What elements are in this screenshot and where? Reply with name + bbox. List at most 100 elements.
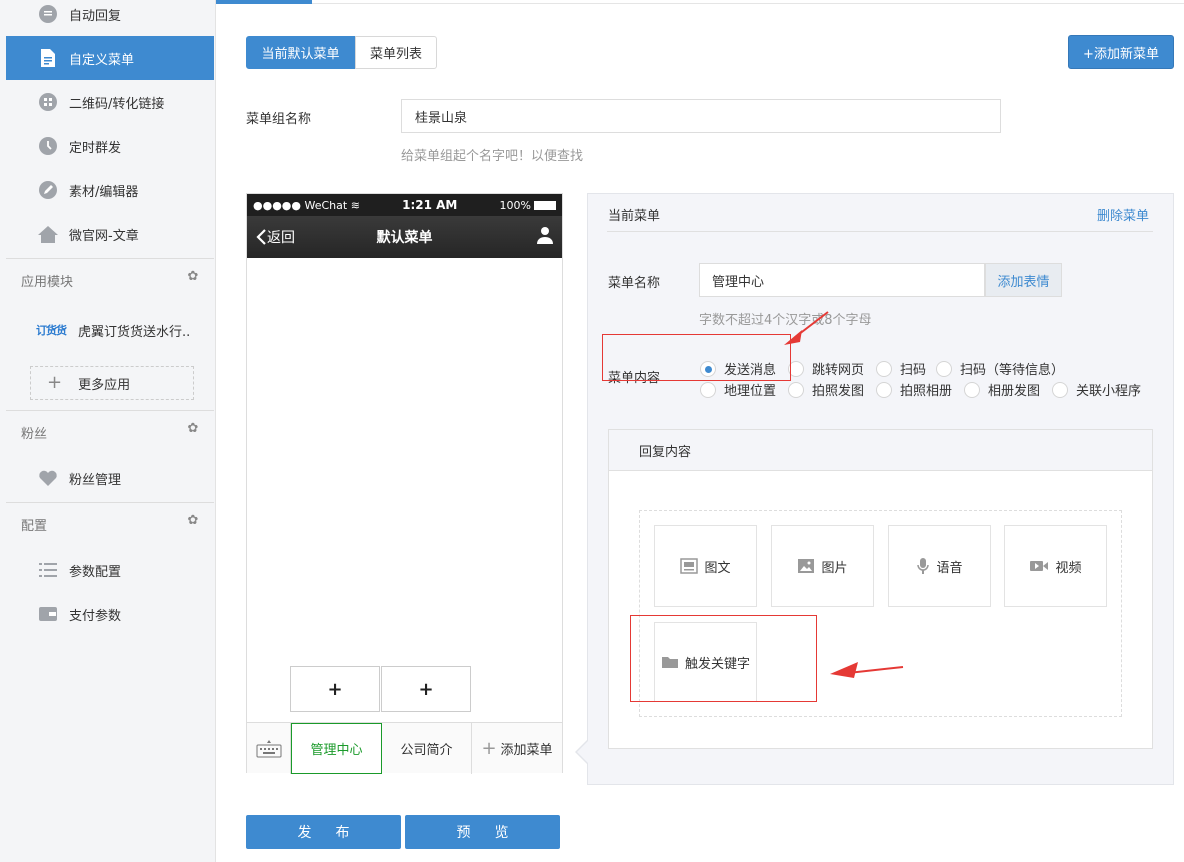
group-name-input[interactable] <box>401 99 1001 133</box>
radio-photo-album[interactable]: 拍照相册 <box>876 380 952 399</box>
add-submenu-button-2[interactable]: + <box>381 666 471 712</box>
radio-location[interactable]: 地理位置 <box>700 380 776 399</box>
app-logo: 订货货 <box>36 324 67 337</box>
battery-status: 100% <box>500 199 556 212</box>
publish-button[interactable]: 发布 <box>246 815 401 849</box>
reply-type-label: 视频 <box>1055 560 1082 576</box>
sidebar-item-micro-site[interactable]: 微官网-文章 <box>6 212 214 256</box>
radio-scan-wait[interactable]: 扫码（等待信息） <box>936 359 1064 378</box>
sidebar-item-material-editor[interactable]: 素材/编辑器 <box>6 168 214 212</box>
section-title: 粉丝 <box>21 427 48 442</box>
phone-add-menu-button[interactable]: + 添加菜单 <box>472 723 562 774</box>
microphone-icon <box>916 557 930 575</box>
keyboard-icon[interactable] <box>247 723 291 774</box>
annotation-box-send-message <box>602 334 791 381</box>
more-apps-label: 更多应用 <box>78 377 131 393</box>
radio-album-send[interactable]: 相册发图 <box>964 380 1040 399</box>
sidebar-item-custom-menu[interactable]: 自定义菜单 <box>6 36 214 80</box>
home-icon <box>37 223 59 245</box>
sidebar-item-label: 支付参数 <box>69 608 122 624</box>
reply-type-news[interactable]: 图文 <box>654 525 757 607</box>
sidebar-item-param-config[interactable]: 参数配置 <box>6 548 214 592</box>
reply-content-title: 回复内容 <box>609 430 1152 471</box>
user-icon[interactable] <box>536 226 554 248</box>
sidebar-item-auto-reply[interactable]: 自动回复 <box>6 0 214 36</box>
list-icon <box>37 559 59 581</box>
sidebar-item-label: 二维码/转化链接 <box>69 96 165 112</box>
phone-menu-item-management[interactable]: 管理中心 <box>291 723 382 774</box>
radio-dot <box>1052 381 1068 398</box>
radio-scan[interactable]: 扫码 <box>876 359 926 378</box>
tab-menu-list[interactable]: 菜单列表 <box>355 36 437 69</box>
sidebar-item-qrcode[interactable]: 二维码/转化链接 <box>6 80 214 124</box>
add-new-menu-button[interactable]: +添加新菜单 <box>1068 35 1174 69</box>
add-submenu-button-1[interactable]: + <box>290 666 380 712</box>
preview-button[interactable]: 预览 <box>405 815 560 849</box>
gear-icon[interactable]: ✿ <box>186 421 200 436</box>
qrcode-icon <box>37 91 59 113</box>
plus-icon: + <box>47 372 63 393</box>
delete-menu-link[interactable]: 删除菜单 <box>1097 205 1149 224</box>
panel-pointer-inner <box>577 741 588 763</box>
radio-dot <box>936 360 952 377</box>
gear-icon[interactable]: ✿ <box>186 269 200 284</box>
radio-label: 关联小程序 <box>1076 384 1142 399</box>
sidebar-item-label: 自定义菜单 <box>69 52 135 68</box>
tab-current-default-menu[interactable]: 当前默认菜单 <box>246 36 355 69</box>
sidebar-item-label: 粉丝管理 <box>69 472 122 488</box>
top-highlight <box>216 0 312 4</box>
sidebar-item-fans-manage[interactable]: 粉丝管理 <box>6 456 214 500</box>
document-edit-icon <box>37 47 59 69</box>
plus-icon: + <box>481 738 497 759</box>
sidebar-item-scheduled-send[interactable]: 定时群发 <box>6 124 214 168</box>
group-name-hint: 给菜单组起个名字吧！以便查找 <box>401 149 584 164</box>
chat-bubble-icon <box>37 3 59 25</box>
app-item[interactable]: 订货货 虎翼订货货送水行.. <box>6 308 214 352</box>
back-label: 返回 <box>267 230 295 246</box>
image-icon <box>797 558 815 574</box>
wifi-icon: ≋ <box>350 198 360 212</box>
radio-jump-webpage[interactable]: 跳转网页 <box>788 359 864 378</box>
reply-type-voice[interactable]: 语音 <box>888 525 991 607</box>
heart-icon <box>37 467 59 489</box>
radio-dot <box>788 381 804 398</box>
sidebar-item-label: 自动回复 <box>69 8 122 24</box>
battery-icon <box>533 201 556 210</box>
phone-nav-bar: 返回 默认菜单 <box>247 216 562 258</box>
gear-icon[interactable]: ✿ <box>186 513 200 528</box>
reply-type-image[interactable]: 图片 <box>771 525 874 607</box>
reply-type-video[interactable]: 视频 <box>1004 525 1107 607</box>
add-emoji-button[interactable]: 添加表情 <box>985 263 1062 297</box>
reply-type-label: 语音 <box>936 560 963 576</box>
sidebar-item-label: 定时群发 <box>69 140 122 156</box>
annotation-box-keyword <box>630 615 817 702</box>
section-title: 配置 <box>21 519 48 534</box>
menu-name-input[interactable] <box>699 263 985 297</box>
radio-label: 扫码（等待信息） <box>960 363 1065 378</box>
section-config: 配置 ✿ <box>6 502 214 546</box>
radio-label: 跳转网页 <box>812 363 865 378</box>
carrier-label: ●●●●● WeChat ≋ <box>253 198 360 212</box>
clock-icon <box>37 135 59 157</box>
radio-dot <box>700 381 716 398</box>
news-icon <box>680 558 699 574</box>
radio-mini-program[interactable]: 关联小程序 <box>1052 380 1141 399</box>
app-name: 虎翼订货货送水行.. <box>78 324 191 340</box>
sidebar-item-label: 参数配置 <box>69 564 122 580</box>
section-apps: 应用模块 ✿ <box>6 258 214 302</box>
chevron-left-icon <box>256 229 266 245</box>
group-name-label: 菜单组名称 <box>246 112 312 127</box>
phone-menu-item-company[interactable]: 公司简介 <box>382 723 472 774</box>
sidebar-item-payment-params[interactable]: 支付参数 <box>6 592 214 636</box>
reply-type-label: 图片 <box>821 560 848 576</box>
radio-photo-send[interactable]: 拍照发图 <box>788 380 864 399</box>
more-apps-button[interactable]: + 更多应用 <box>30 366 194 400</box>
radio-label: 扫码 <box>900 363 927 378</box>
radio-dot <box>876 360 892 377</box>
radio-label: 地理位置 <box>724 384 777 399</box>
wallet-icon <box>37 603 59 625</box>
back-button[interactable]: 返回 <box>255 227 295 247</box>
pencil-icon <box>37 179 59 201</box>
section-fans: 粉丝 ✿ <box>6 410 214 454</box>
menu-name-label: 菜单名称 <box>608 276 661 291</box>
